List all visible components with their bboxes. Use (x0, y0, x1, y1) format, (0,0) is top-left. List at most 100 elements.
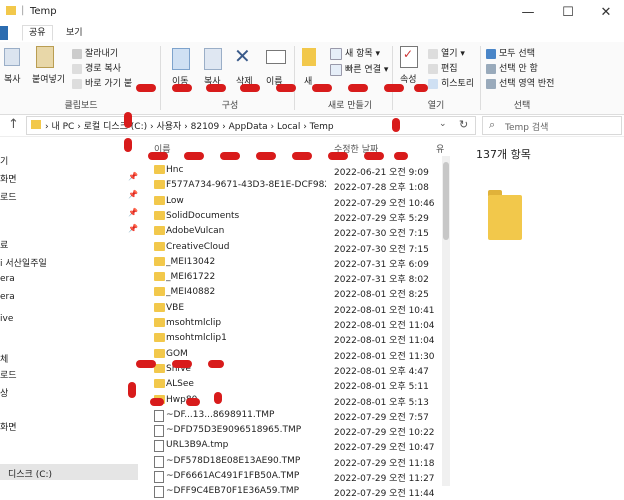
checkmark-icon: ✓ (403, 47, 414, 61)
file-date: 2022-08-01 오전 8:25 (334, 290, 429, 301)
invert-selection-button[interactable]: 선택 영역 반전 (486, 76, 554, 89)
annotation-dash (172, 360, 192, 368)
file-name: F577A734-9671-43D3-8E1E-DCF9820... (166, 180, 326, 191)
annotation-dash (348, 84, 368, 92)
maximize-button[interactable]: ☐ (548, 0, 588, 24)
search-placeholder: Temp 검색 (505, 123, 549, 133)
annotation-dash (392, 118, 400, 132)
pin-icon: 📌 (128, 190, 138, 199)
nav-item[interactable]: 기 (0, 154, 8, 167)
nav-item[interactable]: era (0, 292, 15, 302)
file-icon (154, 440, 164, 453)
nav-item[interactable]: era (0, 274, 15, 284)
nav-item[interactable]: 로드 (0, 190, 17, 203)
nav-item[interactable]: i 서산일주일 (0, 256, 47, 269)
file-date: 2022-08-01 오전 11:04 (334, 321, 435, 331)
new-folder-button[interactable]: 새 (304, 74, 312, 87)
move-to-icon[interactable] (172, 48, 190, 70)
file-date: 2022-08-01 오전 11:04 (334, 336, 435, 347)
address-bar[interactable]: › 내 PC › 로컬 디스크 (C:) › 사용자 › 82109 › App… (26, 116, 476, 135)
edit-button[interactable]: 편집 (428, 61, 458, 74)
annotation-dash (240, 84, 260, 92)
minimize-button[interactable]: — (508, 0, 548, 24)
nav-item[interactable]: 화면 (0, 420, 17, 433)
file-name: ~DF6661AC491F1FB50A.TMP (166, 471, 300, 481)
file-date: 2022-08-01 오후 5:13 (334, 397, 429, 408)
file-date: 2022-08-01 오전 11:30 (334, 351, 435, 362)
copy-to-icon[interactable] (204, 48, 222, 70)
annotation-dash (384, 84, 404, 92)
nav-item-selected[interactable]: 디스크 (C:) (0, 464, 138, 480)
history-icon (428, 78, 438, 89)
file-date: 2022-07-29 오전 11:44 (334, 489, 435, 500)
select-all-button[interactable]: 모두 선택 (486, 46, 535, 59)
easy-access-button[interactable]: 빠른 연결 ▾ (330, 62, 388, 76)
easy-access-icon (330, 63, 342, 76)
shortcut-icon (72, 78, 82, 89)
file-date: 2022-06-21 오전 9:09 (334, 168, 429, 178)
file-name: msohtmlclip1 (166, 333, 227, 344)
properties-button[interactable]: 속성 (400, 72, 417, 85)
breadcrumb-item[interactable]: 로컬 디스크 (C:) (84, 122, 147, 132)
history-button[interactable]: 히스토리 (428, 76, 474, 89)
paste-icon[interactable] (36, 46, 54, 68)
rename-icon[interactable] (266, 50, 286, 64)
nav-item[interactable]: 로드 (0, 368, 17, 381)
file-name: VBE (166, 302, 185, 313)
folder-icon (154, 226, 165, 236)
navigation-pane: 기 화면 로드 📌 📌 📌 📌 료 i 서산일주일 era era ive 체 … (0, 138, 140, 492)
file-name: _MEI61722 (166, 272, 216, 283)
copy-button[interactable]: 복사 (4, 72, 21, 85)
invert-selection-icon (486, 78, 496, 89)
column-header-type[interactable]: 유 (436, 142, 444, 155)
chevron-down-icon[interactable]: ⌄ (439, 119, 447, 129)
nav-item[interactable]: 화면 (0, 172, 17, 185)
refresh-icon[interactable]: ↻ (459, 118, 468, 131)
edit-icon (428, 63, 438, 74)
search-input[interactable]: ⌕ Temp 검색 (482, 116, 622, 135)
paste-shortcut-button[interactable]: 바로 가기 붙 (72, 76, 132, 89)
clipboard-group-label: 클립보드 (64, 101, 98, 111)
window-title: Temp (30, 6, 57, 17)
scrollbar-thumb[interactable] (443, 162, 449, 240)
annotation-dash (394, 152, 408, 160)
ribbon-tabs: 공유 보기 (0, 24, 624, 43)
file-name: msohtmlclip (166, 318, 222, 328)
tab-share[interactable]: 공유 (22, 25, 53, 41)
tab-view[interactable]: 보기 (60, 26, 89, 40)
file-tab[interactable] (0, 26, 8, 40)
breadcrumb-item[interactable]: 내 PC (51, 122, 74, 132)
breadcrumb: › 내 PC › 로컬 디스크 (C:) › 사용자 › 82109 › App… (45, 122, 334, 132)
cut-button[interactable]: 잘라내기 (72, 46, 118, 59)
annotation-dash (414, 84, 428, 92)
close-button[interactable]: ✕ (586, 0, 624, 24)
up-arrow-icon[interactable]: ↑ (8, 117, 19, 132)
breadcrumb-item[interactable]: AppData (229, 122, 268, 132)
copy-path-button[interactable]: 경로 복사 (72, 61, 121, 74)
copy-icon[interactable] (4, 48, 20, 66)
nav-item[interactable]: ive (0, 314, 13, 324)
folder-icon (154, 348, 165, 358)
paste-button[interactable]: 붙여넣기 (32, 72, 65, 85)
nav-item[interactable]: 체 (0, 352, 8, 365)
file-name: Hnc (166, 165, 184, 175)
nav-item[interactable]: 료 (0, 238, 8, 251)
new-item-button[interactable]: 새 항목 ▾ (330, 46, 380, 60)
folder-icon (154, 333, 165, 343)
open-button[interactable]: 열기 ▾ (428, 46, 465, 59)
annotation-dash (136, 84, 156, 92)
folder-icon (154, 165, 165, 174)
file-name: ~DFD75D3E9096518965.TMP (166, 425, 302, 436)
breadcrumb-item[interactable]: Temp (310, 122, 334, 132)
breadcrumb-item[interactable]: 사용자 (156, 122, 181, 132)
nav-item[interactable]: 상 (0, 386, 8, 399)
delete-icon[interactable]: ✕ (234, 44, 251, 68)
breadcrumb-item[interactable]: Local (277, 122, 300, 132)
new-item-icon (330, 47, 342, 60)
select-none-button[interactable]: 선택 안 함 (486, 61, 538, 74)
file-icon (154, 455, 164, 468)
new-folder-icon[interactable] (302, 48, 316, 66)
breadcrumb-item[interactable]: 82109 (191, 122, 220, 132)
file-date: 2022-07-31 오후 8:02 (334, 275, 429, 286)
file-date: 2022-07-30 오전 7:15 (334, 244, 429, 255)
